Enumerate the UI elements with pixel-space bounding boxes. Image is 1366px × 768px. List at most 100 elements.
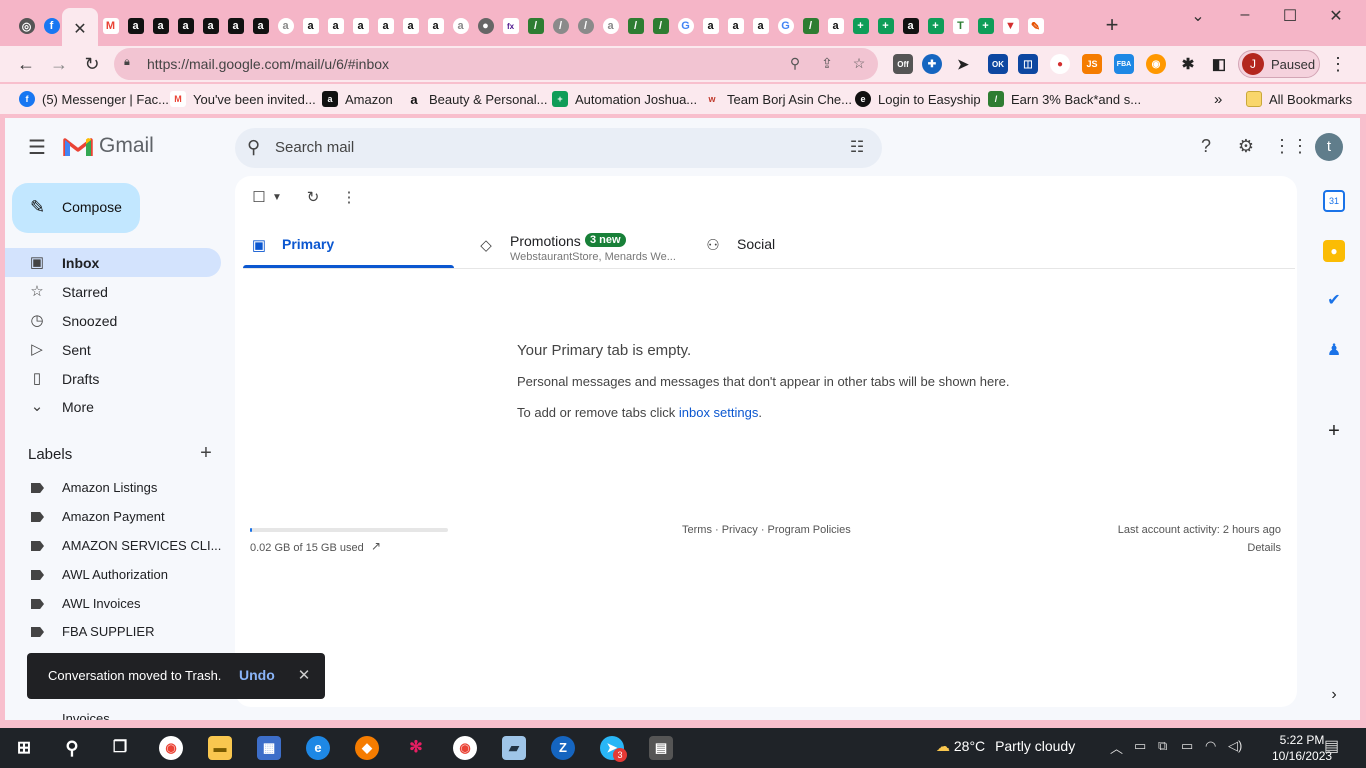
windows-start-icon[interactable]: ⊞ — [12, 736, 36, 760]
tab-amazon-icon[interactable]: a — [898, 14, 923, 38]
tab-gmail-icon[interactable]: M — [98, 14, 123, 38]
tab-amazon-icon[interactable]: a — [373, 14, 398, 38]
undo-button[interactable]: Undo — [239, 667, 275, 683]
tab-chrome-icon[interactable]: ◎ — [14, 14, 39, 38]
edge-icon[interactable]: e — [306, 736, 330, 760]
extension-ok-icon[interactable]: OK — [988, 54, 1008, 74]
compose-button[interactable]: ✎ Compose — [12, 183, 140, 233]
tab-amazon-icon[interactable]: a — [173, 14, 198, 38]
inbox-settings-link[interactable]: inbox settings — [679, 405, 759, 420]
tab-globe-icon[interactable]: ● — [473, 14, 498, 38]
tab-amazon-icon[interactable]: a — [723, 14, 748, 38]
wifi-icon[interactable]: ◠ — [1205, 738, 1216, 754]
tasks-icon[interactable]: ✔ — [1323, 290, 1345, 312]
bookmark-item[interactable]: a Amazon — [322, 91, 393, 107]
volume-icon[interactable]: ◁) — [1228, 738, 1242, 754]
nav-sent[interactable]: ▷ Sent — [5, 335, 221, 364]
select-checkbox-icon[interactable]: ☐ — [249, 188, 269, 208]
zoom-icon[interactable]: ⚲ — [786, 55, 804, 73]
site-info-icon[interactable]: 🔒︎ — [124, 56, 138, 70]
tab-amazon-icon[interactable]: a — [398, 14, 423, 38]
tab-amazon-icon[interactable]: a — [298, 14, 323, 38]
notebook-icon[interactable]: ▰ — [502, 736, 526, 760]
search-input[interactable]: Search mail — [275, 139, 354, 156]
nav-starred[interactable]: ☆ Starred — [5, 277, 221, 306]
close-tab-icon[interactable]: ✕ — [73, 19, 86, 39]
tab-amazon-icon[interactable]: a — [823, 14, 848, 38]
bookmark-item[interactable]: e Login to Easyship — [855, 91, 981, 107]
display-icon[interactable]: ⧉ — [1158, 738, 1167, 754]
bookmarks-overflow-icon[interactable]: » — [1214, 91, 1222, 108]
bookmark-item[interactable]: / Earn 3% Back*and s... — [988, 91, 1141, 107]
extension-chart-icon[interactable]: ◫ — [1018, 54, 1038, 74]
calendar-icon[interactable]: 31 — [1323, 190, 1345, 212]
notifications-icon[interactable]: ▤ — [1324, 736, 1339, 756]
tray-chevron-icon[interactable]: ︿ — [1110, 738, 1123, 757]
bookmark-star-icon[interactable]: ☆ — [850, 55, 868, 73]
address-bar[interactable]: 🔒︎ https://mail.google.com/mail/u/6/#inb… — [114, 48, 878, 80]
open-storage-icon[interactable]: ↗ — [368, 539, 384, 555]
extension-pokeball-icon[interactable]: ● — [1050, 54, 1070, 74]
label-item[interactable]: FBA SUPPLIER — [5, 617, 221, 646]
search-icon[interactable]: ⚲ — [247, 137, 267, 157]
extensions-puzzle-icon[interactable]: ✱ — [1178, 54, 1198, 74]
bookmark-item[interactable]: f (5) Messenger | Fac... — [19, 91, 169, 107]
extension-js-icon[interactable]: JS — [1082, 54, 1102, 74]
task-view-icon[interactable]: ❐ — [108, 736, 132, 760]
add-label-icon[interactable]: + — [195, 442, 217, 464]
extension-fba-icon[interactable]: FBA — [1114, 54, 1134, 74]
search-options-icon[interactable]: ☷ — [847, 137, 867, 157]
tab-amazon-icon[interactable]: a — [698, 14, 723, 38]
label-item[interactable]: Amazon Payment — [5, 502, 221, 531]
extension-orange-icon[interactable]: ◉ — [1146, 54, 1166, 74]
all-bookmarks[interactable]: All Bookmarks — [1246, 91, 1352, 107]
tab-amazon-icon[interactable]: a — [123, 14, 148, 38]
tab-amazon-smile-icon[interactable]: a — [448, 14, 473, 38]
minimize-icon[interactable]: – — [1222, 6, 1268, 26]
url-text[interactable]: https://mail.google.com/mail/u/6/#inbox — [147, 56, 389, 72]
contacts-icon[interactable]: ♟ — [1323, 340, 1345, 362]
refresh-icon[interactable]: ↻ — [303, 188, 323, 208]
tab-cashback-icon[interactable]: / — [648, 14, 673, 38]
tab-amazon-icon[interactable]: a — [348, 14, 373, 38]
add-addon-icon[interactable]: + — [1323, 420, 1345, 442]
details-link[interactable]: Details — [1247, 542, 1281, 554]
weather-widget[interactable]: ☁ 28°C Partly cloudy — [936, 738, 1075, 755]
extension-gamepad-icon[interactable]: ✚ — [922, 54, 942, 74]
search-icon[interactable]: ⚲ — [60, 736, 84, 760]
tab-amazon-smile-icon[interactable]: a — [273, 14, 298, 38]
new-tab-icon[interactable]: + — [1100, 14, 1124, 38]
zoom-app-icon[interactable]: Z — [551, 736, 575, 760]
label-item[interactable]: AWL Authorization — [5, 560, 221, 589]
slack-icon[interactable]: ✻ — [404, 736, 428, 760]
chrome-profile-icon[interactable]: ◉ — [453, 736, 477, 760]
share-icon[interactable]: ⇪ — [818, 55, 836, 73]
bookmark-item[interactable]: M You've been invited... — [170, 91, 316, 107]
file-explorer-icon[interactable]: ▬ — [208, 736, 232, 760]
select-dropdown-icon[interactable]: ▼ — [267, 188, 287, 208]
footer-links[interactable]: Terms · Privacy · Program Policies — [682, 524, 851, 536]
app-icon[interactable]: ▦ — [257, 736, 281, 760]
chrome-icon[interactable]: ◉ — [159, 736, 183, 760]
tab-sheets-icon[interactable]: + — [873, 14, 898, 38]
tab-facebook-icon[interactable]: f — [39, 14, 64, 38]
tab-cashback-icon[interactable]: / — [623, 14, 648, 38]
tab-amazon-icon[interactable]: a — [198, 14, 223, 38]
nav-snoozed[interactable]: ◷ Snoozed — [5, 306, 221, 335]
main-menu-icon[interactable]: ☰ — [25, 136, 49, 160]
nav-inbox[interactable]: ▣ Inbox — [5, 248, 221, 277]
calculator-icon[interactable]: ▤ — [649, 736, 673, 760]
nav-drafts[interactable]: ▯ Drafts — [5, 364, 221, 393]
back-icon[interactable]: ← — [14, 52, 38, 76]
tab-script-icon[interactable]: T — [948, 14, 973, 38]
tab-amazon-icon[interactable]: a — [248, 14, 273, 38]
nav-more[interactable]: ⌄ More — [5, 392, 221, 421]
support-icon[interactable]: ? — [1194, 134, 1218, 158]
reload-icon[interactable]: ↻ — [80, 52, 104, 76]
tab-cashback-icon[interactable]: / — [798, 14, 823, 38]
more-options-icon[interactable]: ⋮ — [339, 188, 359, 208]
gmail-logo[interactable]: Gmail — [63, 134, 154, 158]
tab-google-icon[interactable]: G — [673, 14, 698, 38]
side-panel-icon[interactable]: ◧ — [1209, 54, 1229, 74]
tab-cashback-icon[interactable]: / — [573, 14, 598, 38]
